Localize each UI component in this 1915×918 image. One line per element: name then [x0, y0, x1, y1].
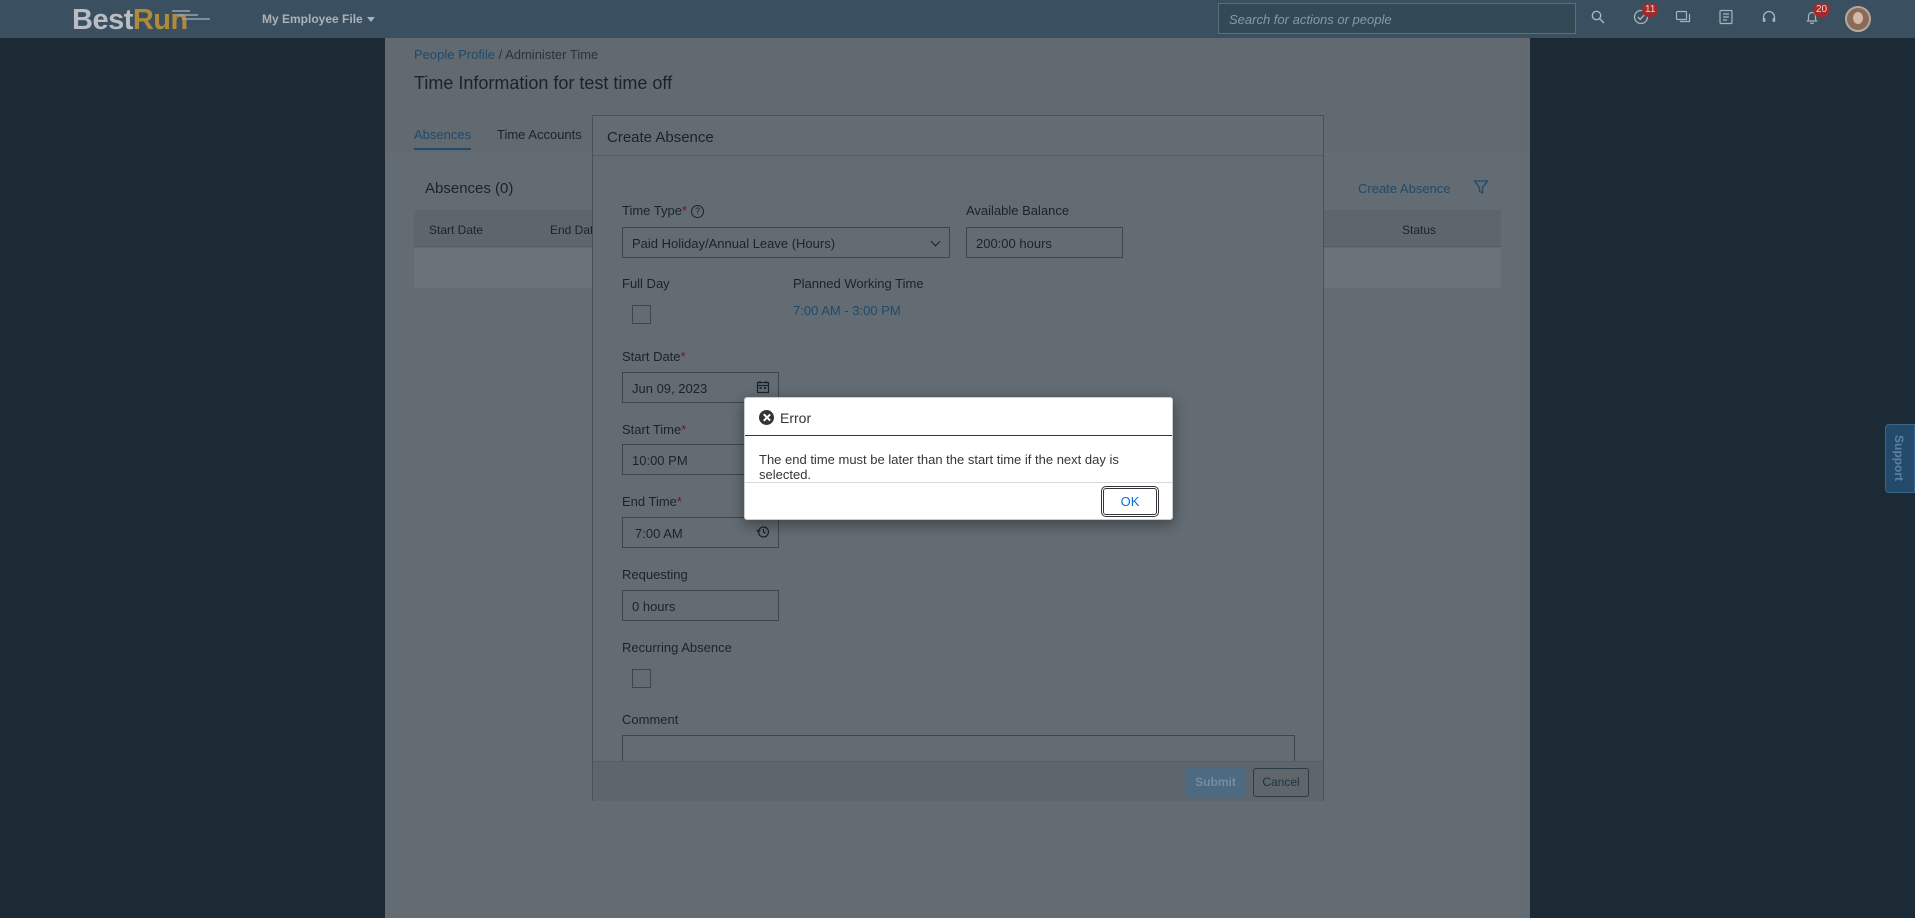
start-date-label-text: Start Date [622, 349, 681, 364]
comment-label: Comment [622, 712, 679, 727]
requesting-value: 0 hours [632, 599, 676, 614]
absences-heading: Absences (0) [425, 180, 514, 197]
calendar-icon[interactable] [756, 380, 770, 394]
planned-working-time-label: Planned Working Time [793, 276, 924, 291]
end-time-label-text: End Time [622, 494, 677, 509]
start-time-value: 10:00 PM [632, 453, 688, 468]
breadcrumb: People Profile / Administer Time [414, 47, 598, 62]
chevron-down-icon[interactable] [930, 236, 941, 247]
time-type-label-text: Time Type [622, 203, 682, 218]
error-message-header: Error [745, 398, 1172, 436]
bell-icon[interactable]: 20 [1802, 3, 1831, 29]
column-status[interactable]: Status [1402, 223, 1436, 237]
time-type-select[interactable]: Paid Holiday/Annual Leave (Hours) [622, 227, 950, 258]
logo-best: Best [72, 4, 133, 36]
shell-search-input[interactable]: Search for actions or people [1218, 3, 1576, 34]
full-day-checkbox[interactable] [632, 305, 651, 324]
start-time-label: Start Time* [622, 422, 686, 437]
requesting-label: Requesting [622, 567, 688, 582]
filter-icon[interactable] [1473, 179, 1489, 195]
shell-search-placeholder: Search for actions or people [1229, 12, 1392, 27]
breadcrumb-separator: / [494, 47, 506, 62]
required-marker: * [676, 494, 682, 509]
employee-file-menu[interactable]: My Employee File [262, 12, 375, 26]
error-message-text: The end time must be later than the star… [759, 452, 1119, 482]
error-title: Error [780, 410, 812, 426]
requesting-field: 0 hours [622, 590, 779, 621]
search-icon[interactable] [1588, 9, 1608, 29]
required-marker: * [680, 349, 686, 364]
employee-file-menu-label: My Employee File [262, 12, 363, 26]
logo-swoosh-icon [172, 10, 210, 20]
end-time-input[interactable]: 7:00 AM [622, 517, 779, 548]
chat-icon[interactable] [1673, 9, 1693, 29]
available-balance-value: 200:00 hours [976, 236, 1052, 251]
column-start-date[interactable]: Start Date [429, 223, 483, 237]
recurring-absence-label: Recurring Absence [622, 640, 732, 655]
help-icon[interactable]: ? [691, 205, 705, 218]
available-balance-label: Available Balance [966, 203, 1070, 218]
time-picker-icon[interactable] [756, 525, 770, 539]
time-type-value: Paid Holiday/Annual Leave (Hours) [632, 236, 836, 251]
start-date-value: Jun 09, 2023 [632, 381, 708, 396]
todo-badge: 11 [1642, 3, 1659, 17]
user-avatar[interactable] [1845, 6, 1871, 32]
ok-button[interactable]: OK [1101, 486, 1159, 517]
available-balance-field: 200:00 hours [966, 227, 1123, 258]
cancel-button[interactable]: Cancel [1253, 768, 1309, 797]
start-date-label: Start Date* [622, 349, 686, 364]
full-day-label: Full Day [622, 276, 670, 291]
create-absence-dialog-footer: Submit Cancel [593, 761, 1323, 801]
breadcrumb-current: Administer Time [505, 47, 599, 62]
create-absence-dialog-header: Create Absence [593, 116, 1323, 156]
required-marker: * [681, 422, 687, 437]
column-end-date[interactable]: End Dat [550, 223, 593, 237]
submit-button[interactable]: Submit [1185, 768, 1246, 797]
page-title: Time Information for test time off [414, 73, 673, 93]
notifications-badge: 20 [1813, 3, 1831, 17]
shell-bar: BestRun My Employee File Search for acti… [0, 0, 1915, 38]
headset-icon[interactable] [1759, 9, 1779, 29]
error-icon [759, 410, 774, 425]
error-message-box: Error The end time must be later than th… [744, 397, 1173, 520]
tab-absences[interactable]: Absences [414, 127, 472, 150]
start-time-label-text: Start Time [622, 422, 682, 437]
create-absence-dialog-title: Create Absence [607, 129, 714, 146]
breadcrumb-people-profile-link[interactable]: People Profile [414, 47, 495, 62]
support-tab[interactable]: Support [1885, 424, 1915, 493]
caret-down-icon [366, 17, 375, 23]
error-message-footer: OK [745, 482, 1172, 519]
support-tab-label: Support [1892, 435, 1906, 481]
planned-working-time-value: 7:00 AM - 3:00 PM [793, 303, 901, 318]
end-time-value: 7:00 AM [635, 526, 683, 541]
org-chart-icon[interactable] [1716, 9, 1736, 29]
required-marker: * [681, 203, 688, 218]
todo-icon[interactable]: 11 [1631, 3, 1659, 29]
create-absence-link[interactable]: Create Absence [1358, 181, 1451, 196]
time-type-label: Time Type*? [622, 203, 705, 218]
company-logo[interactable]: BestRun [72, 4, 188, 37]
end-time-label: End Time* [622, 494, 682, 509]
tab-time-accounts[interactable]: Time Accounts [497, 127, 582, 142]
recurring-absence-checkbox[interactable] [632, 669, 651, 688]
